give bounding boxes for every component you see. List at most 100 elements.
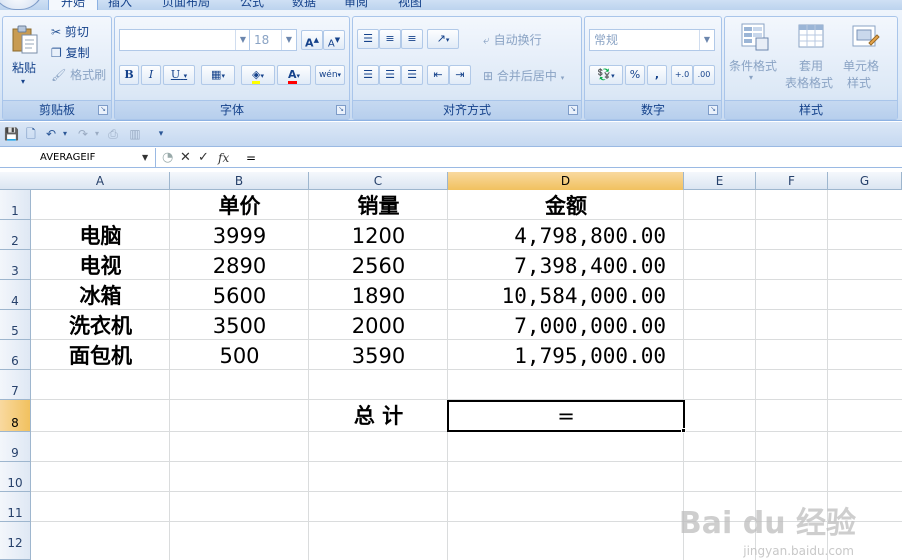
- enter-icon[interactable]: ✓: [198, 149, 209, 167]
- row-header-9[interactable]: 9: [0, 432, 31, 462]
- conditional-format-button[interactable]: 条件格式: [729, 57, 777, 74]
- cell-a3[interactable]: 电视: [31, 251, 170, 281]
- grow-font-button[interactable]: A▲: [301, 30, 323, 50]
- fill-handle[interactable]: [681, 428, 686, 433]
- column-header-c[interactable]: C: [309, 172, 448, 190]
- column-header-d[interactable]: D: [448, 172, 684, 190]
- tab-review[interactable]: 审阅: [344, 0, 368, 10]
- font-color-button[interactable]: A▾: [277, 65, 311, 85]
- column-header-a[interactable]: A: [31, 172, 170, 190]
- align-center-button[interactable]: ☰: [379, 65, 401, 85]
- wrap-text-button[interactable]: ⤶ 自动换行: [483, 31, 542, 48]
- tab-view[interactable]: 视图: [398, 0, 422, 10]
- cell-c6[interactable]: 3590: [309, 341, 448, 371]
- borders-button[interactable]: ▦▾: [201, 65, 235, 85]
- row-header-12[interactable]: 12: [0, 522, 31, 560]
- font-name-select[interactable]: ▼: [119, 29, 251, 51]
- tab-insert[interactable]: 插入: [108, 0, 132, 10]
- increase-indent-button[interactable]: ⇥: [449, 65, 471, 85]
- chevron-down-icon[interactable]: ▼: [142, 148, 148, 168]
- table-format-button[interactable]: 套用: [799, 57, 823, 74]
- dialog-launcher-icon[interactable]: ↘: [708, 105, 718, 115]
- phonetic-button[interactable]: wén▾: [315, 65, 345, 85]
- comma-button[interactable]: ,: [647, 65, 667, 85]
- underline-button[interactable]: U ▾: [163, 65, 195, 85]
- row-header-3[interactable]: 3: [0, 250, 31, 280]
- cancel-icon[interactable]: ✕: [180, 149, 191, 167]
- cell-a2[interactable]: 电脑: [31, 221, 170, 251]
- chart-icon[interactable]: ▥: [128, 127, 142, 141]
- cell-b3[interactable]: 2890: [170, 251, 309, 281]
- cell-d1[interactable]: 金额: [448, 191, 684, 221]
- row-header-1[interactable]: 1: [0, 190, 31, 220]
- cell-a4[interactable]: 冰箱: [31, 281, 170, 311]
- column-header-b[interactable]: B: [170, 172, 309, 190]
- italic-button[interactable]: I: [141, 65, 161, 85]
- cell-d6[interactable]: 1,795,000.00: [448, 341, 666, 371]
- dialog-launcher-icon[interactable]: ↘: [98, 105, 108, 115]
- insert-function-icon[interactable]: fx: [218, 149, 229, 167]
- font-size-select[interactable]: 18 ▼: [249, 29, 297, 51]
- save-icon[interactable]: 💾: [4, 127, 19, 141]
- cut-button[interactable]: ✂ 剪切: [51, 23, 89, 40]
- shrink-font-button[interactable]: A▼: [323, 30, 345, 50]
- column-header-e[interactable]: E: [684, 172, 756, 190]
- column-header-g[interactable]: G: [828, 172, 902, 190]
- row-header-5[interactable]: 5: [0, 310, 31, 340]
- cell-c2[interactable]: 1200: [309, 221, 448, 251]
- cell-b1[interactable]: 单价: [170, 191, 309, 221]
- cell-a6[interactable]: 面包机: [31, 341, 170, 371]
- format-painter-button[interactable]: 🖌 格式刷: [51, 66, 106, 83]
- row-header-2[interactable]: 2: [0, 220, 31, 250]
- redo-icon[interactable]: ↷: [76, 127, 90, 141]
- customize-toolbar-icon[interactable]: ▾: [154, 127, 168, 141]
- align-left-button[interactable]: ☰: [357, 65, 379, 85]
- tab-data[interactable]: 数据: [292, 0, 316, 10]
- cell-b2[interactable]: 3999: [170, 221, 309, 251]
- align-middle-button[interactable]: ≡: [379, 29, 401, 49]
- increase-decimal-button[interactable]: +.0: [671, 65, 693, 85]
- cell-a5[interactable]: 洗衣机: [31, 311, 170, 341]
- decrease-indent-button[interactable]: ⇤: [427, 65, 449, 85]
- merge-center-button[interactable]: ⊞ 合并后居中 ▾: [483, 67, 564, 84]
- chevron-down-icon[interactable]: ▾: [58, 127, 72, 141]
- new-document-icon[interactable]: 🗋: [24, 127, 38, 141]
- tab-page-layout[interactable]: 页面布局: [162, 0, 210, 10]
- cell-d3[interactable]: 7,398,400.00: [448, 251, 666, 281]
- formula-input[interactable]: =: [246, 148, 256, 168]
- row-header-7[interactable]: 7: [0, 370, 31, 400]
- cell-c8-total-label[interactable]: 总 计: [309, 401, 448, 431]
- cell-styles-button[interactable]: 单元格: [843, 57, 879, 74]
- undo-icon[interactable]: ↶: [44, 127, 58, 141]
- paste-button[interactable]: 粘贴: [12, 59, 36, 76]
- copy-button[interactable]: ❐ 复制: [51, 44, 90, 61]
- cell-c1[interactable]: 销量: [309, 191, 448, 221]
- chevron-down-icon[interactable]: ▾: [90, 127, 104, 141]
- dialog-launcher-icon[interactable]: ↘: [336, 105, 346, 115]
- expand-handle-icon[interactable]: ◔: [162, 149, 173, 167]
- cell-c4[interactable]: 1890: [309, 281, 448, 311]
- orientation-button[interactable]: ↗▾: [427, 29, 459, 49]
- row-header-6[interactable]: 6: [0, 340, 31, 370]
- align-right-button[interactable]: ☰: [401, 65, 423, 85]
- cell-d2[interactable]: 4,798,800.00: [448, 221, 666, 251]
- cell-b6[interactable]: 500: [170, 341, 309, 371]
- number-format-select[interactable]: 常规 ▼: [589, 29, 715, 51]
- cell-b5[interactable]: 3500: [170, 311, 309, 341]
- row-header-11[interactable]: 11: [0, 492, 31, 522]
- align-top-button[interactable]: ☰: [357, 29, 379, 49]
- cell-d4[interactable]: 10,584,000.00: [448, 281, 666, 311]
- row-header-10[interactable]: 10: [0, 462, 31, 492]
- print-preview-icon[interactable]: ⎙: [106, 127, 120, 141]
- name-box[interactable]: AVERAGEIF: [0, 148, 156, 168]
- cell-c3[interactable]: 2560: [309, 251, 448, 281]
- column-header-f[interactable]: F: [756, 172, 828, 190]
- row-header-8[interactable]: 8: [0, 400, 31, 432]
- tab-home[interactable]: 开始: [48, 0, 99, 10]
- percent-button[interactable]: %: [625, 65, 645, 85]
- row-header-4[interactable]: 4: [0, 280, 31, 310]
- tab-formulas[interactable]: 公式: [240, 0, 264, 10]
- cell-b4[interactable]: 5600: [170, 281, 309, 311]
- dialog-launcher-icon[interactable]: ↘: [568, 105, 578, 115]
- cell-d5[interactable]: 7,000,000.00: [448, 311, 666, 341]
